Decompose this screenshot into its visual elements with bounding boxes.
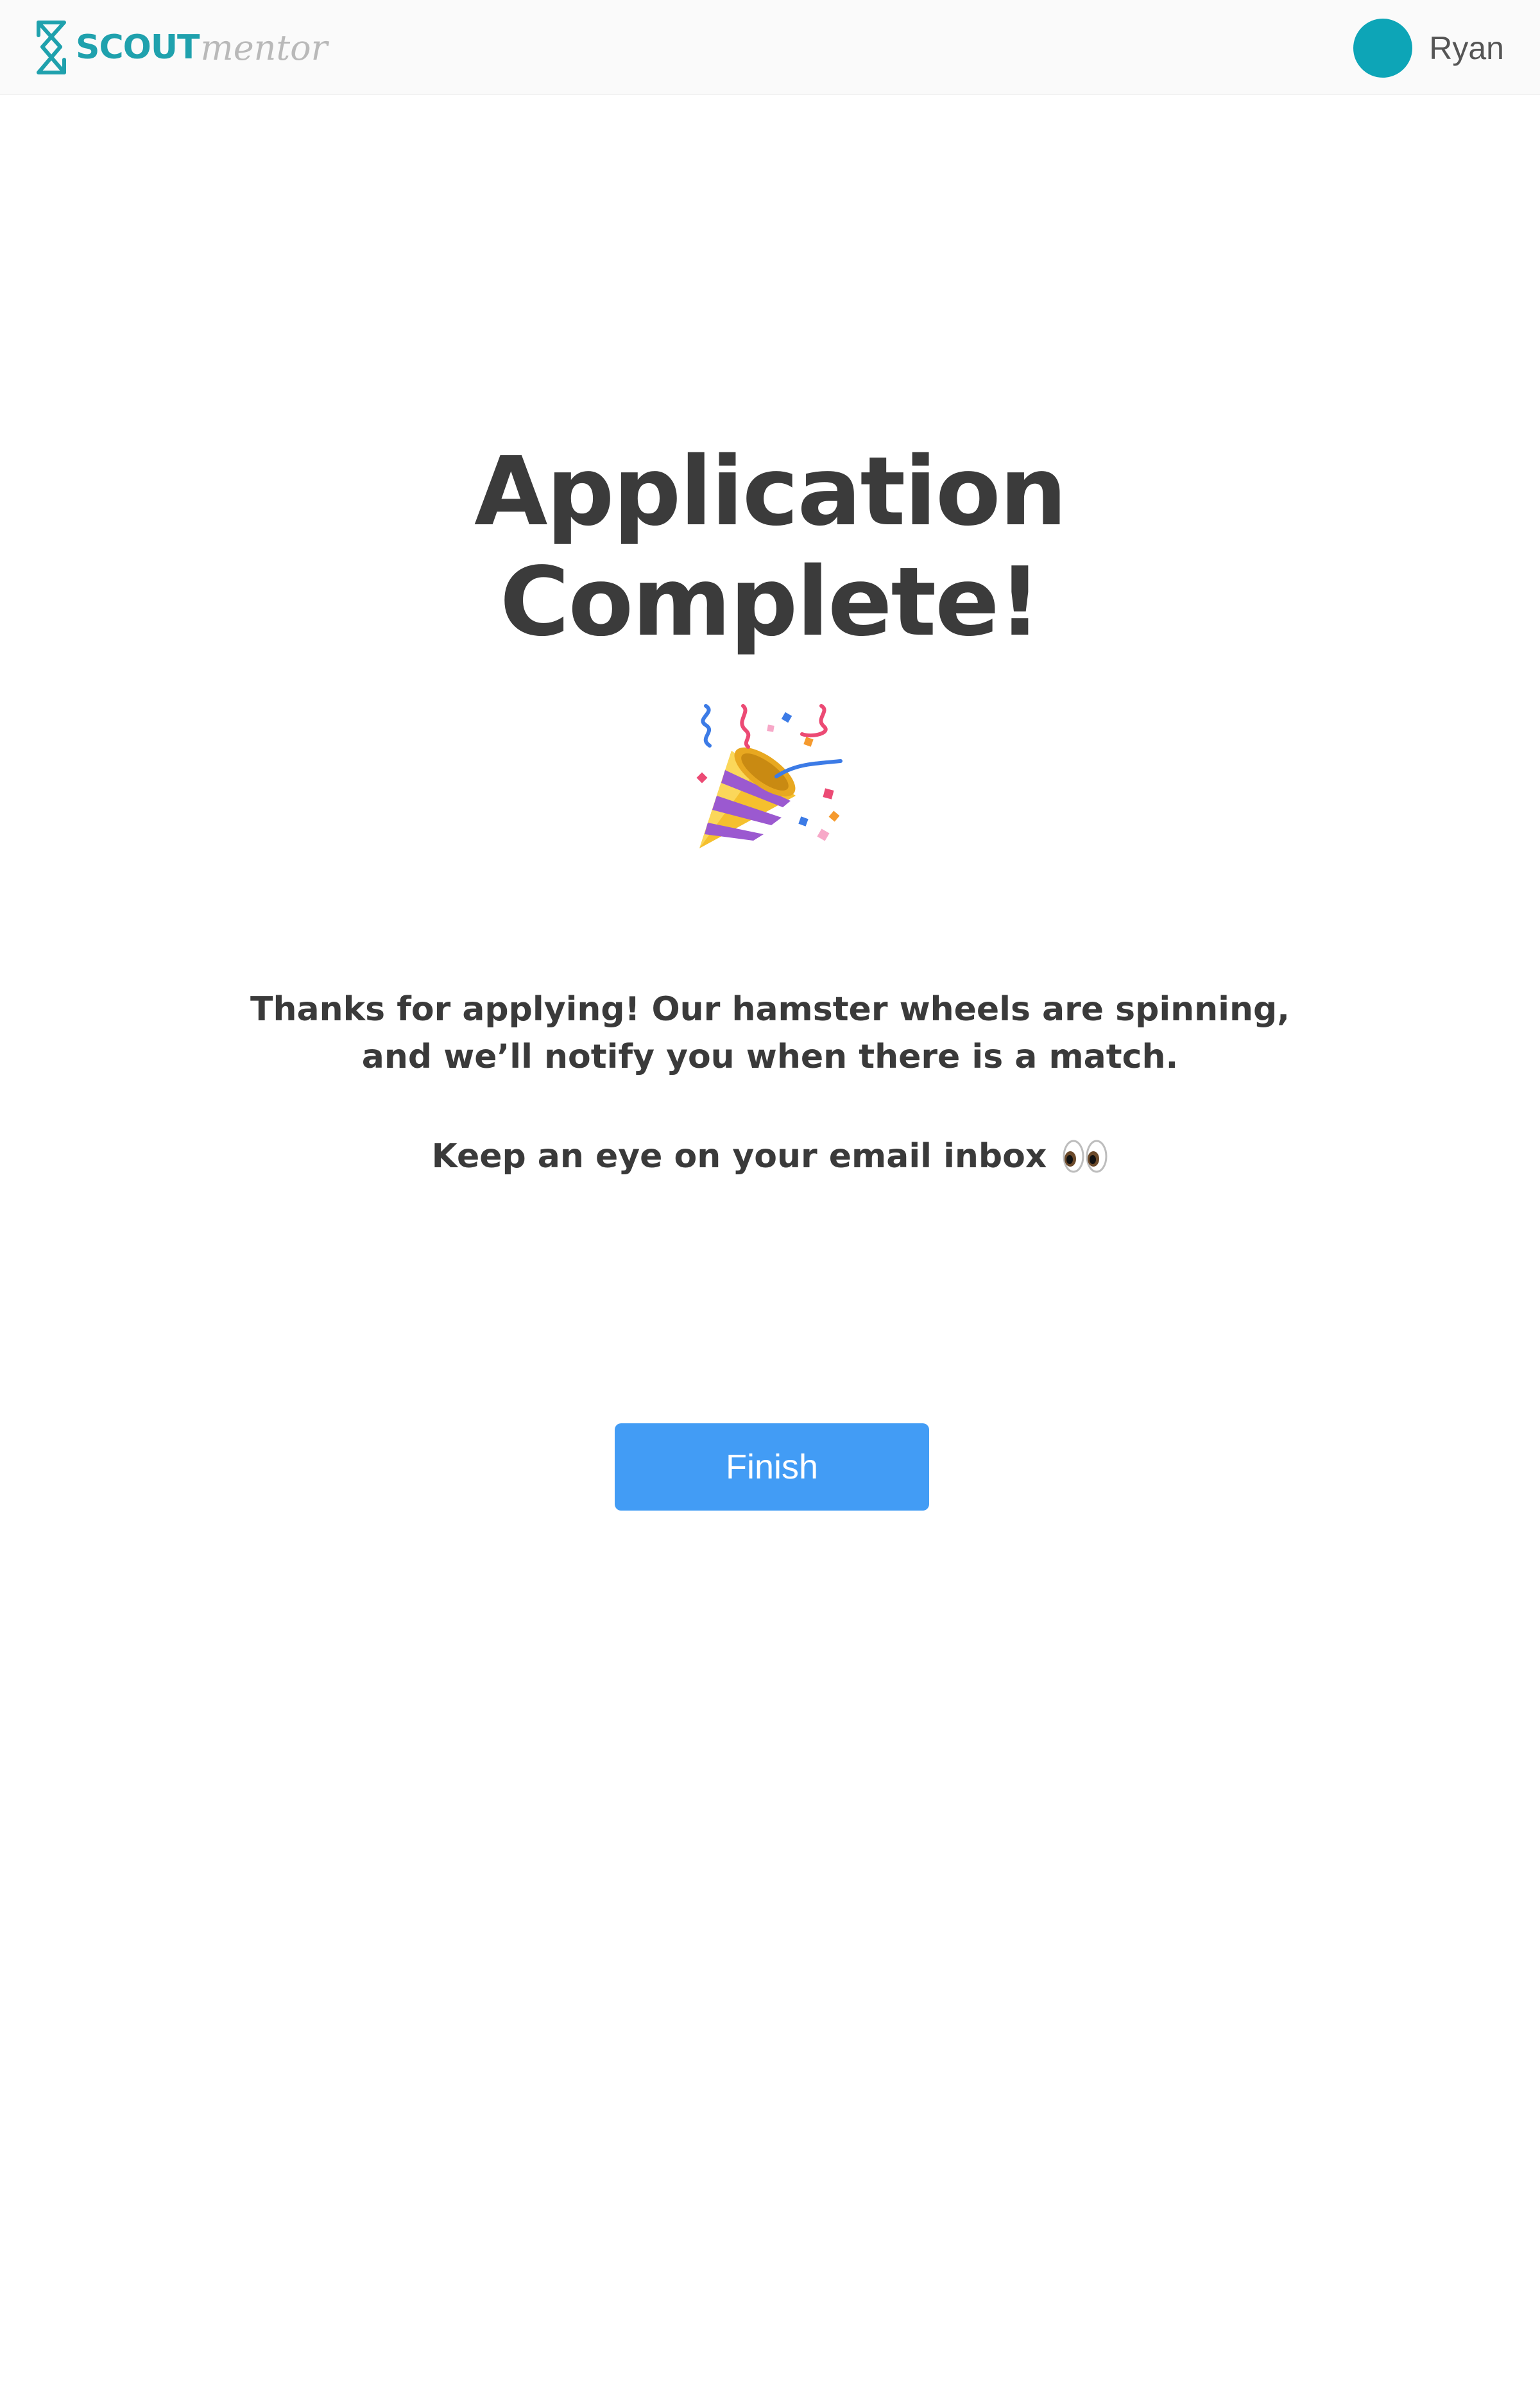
brand-logo-link[interactable]: SCOUT mentor bbox=[33, 17, 327, 78]
confirmation-message: Thanks for applying! Our hamster wheels … bbox=[0, 986, 1540, 1081]
user-name[interactable]: Ryan bbox=[1429, 30, 1504, 67]
scout-logo-icon bbox=[37, 21, 66, 74]
brand-mentor-text: mentor bbox=[200, 27, 328, 68]
top-navbar: SCOUT mentor Ryan bbox=[0, 0, 1540, 95]
inbox-reminder: Keep an eye on your email inbox bbox=[0, 1133, 1540, 1180]
message-line-1: Thanks for applying! Our hamster wheels … bbox=[250, 990, 1290, 1029]
avatar[interactable] bbox=[1353, 19, 1413, 78]
user-menu[interactable]: Ryan bbox=[1353, 18, 1504, 78]
inbox-reminder-text: Keep an eye on your email inbox bbox=[431, 1137, 1047, 1176]
finish-button[interactable]: Finish bbox=[615, 1423, 929, 1511]
eyes-icon bbox=[1063, 1140, 1108, 1173]
title-line-1: Application bbox=[474, 436, 1067, 547]
brand-scout-text: SCOUT bbox=[76, 28, 200, 67]
party-popper-icon bbox=[696, 704, 843, 848]
page-title: Application Complete! bbox=[0, 436, 1540, 657]
message-line-2: and we’ll notify you when there is a mat… bbox=[361, 1038, 1179, 1076]
title-line-2: Complete! bbox=[499, 547, 1041, 657]
